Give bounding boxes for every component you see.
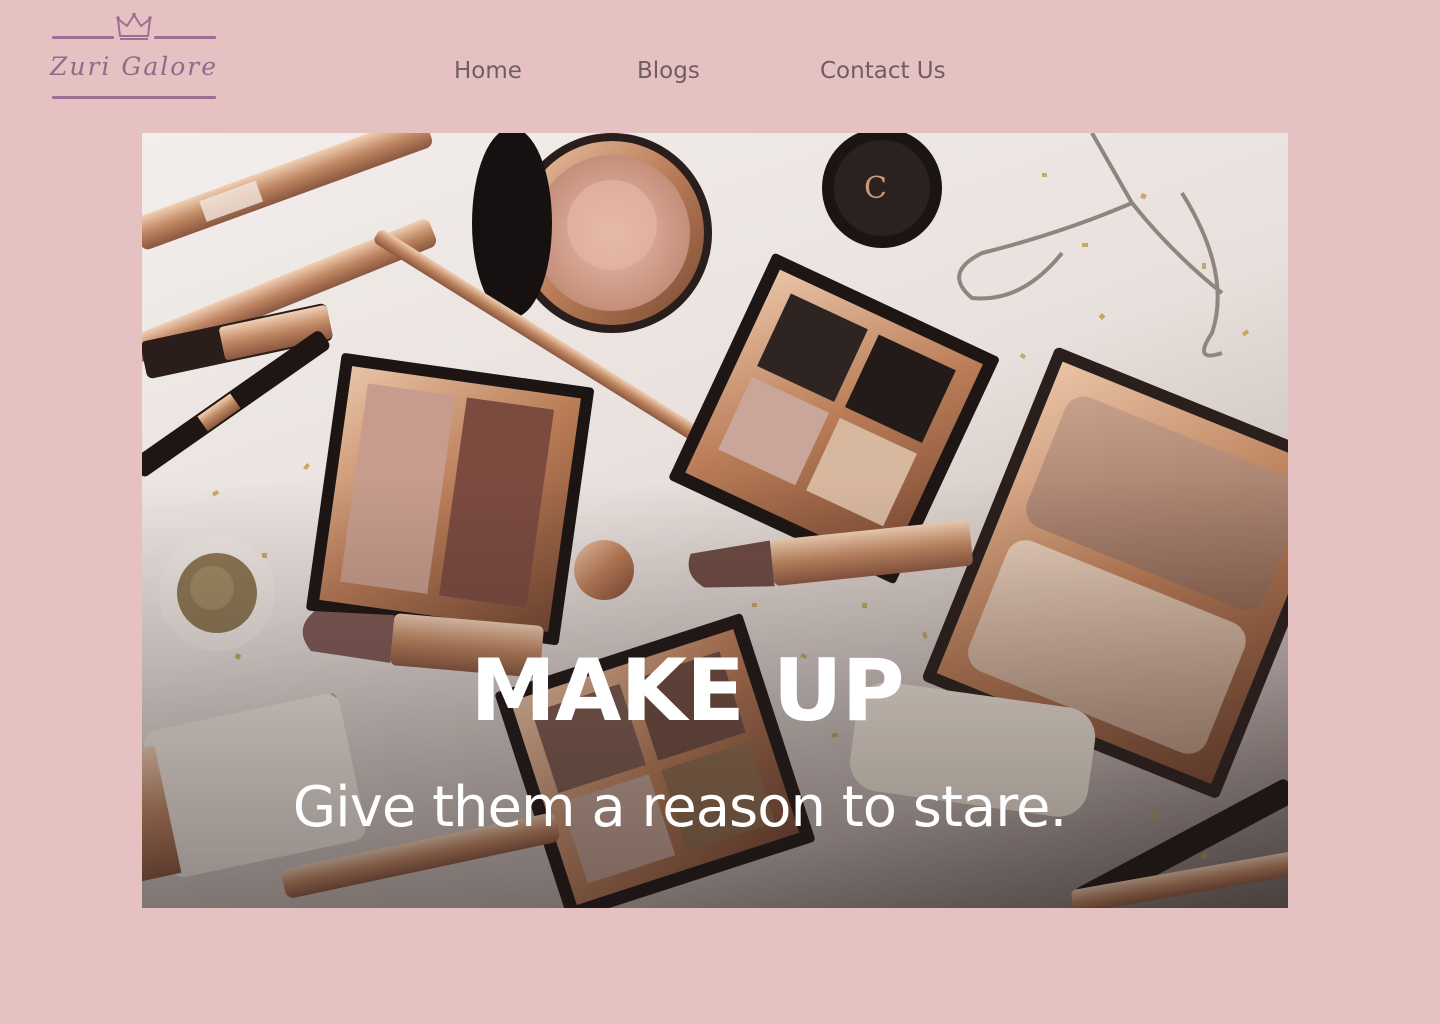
nav-contact-link[interactable]: Contact Us	[820, 58, 946, 84]
hero-title: MAKE UP	[470, 641, 904, 741]
logo-divider-right	[154, 36, 216, 39]
brand-name: Zuri Galore	[50, 52, 219, 81]
crown-icon	[116, 12, 152, 40]
hero-banner: C	[142, 133, 1288, 908]
logo-divider-bottom	[52, 96, 216, 99]
nav-home-link[interactable]: Home	[454, 58, 522, 84]
nav-blogs-link[interactable]: Blogs	[637, 58, 700, 84]
hero-tagline: Give them a reason to stare.	[292, 775, 1068, 840]
logo-divider-left	[52, 36, 114, 39]
brand-logo[interactable]: Zuri Galore	[50, 10, 218, 102]
